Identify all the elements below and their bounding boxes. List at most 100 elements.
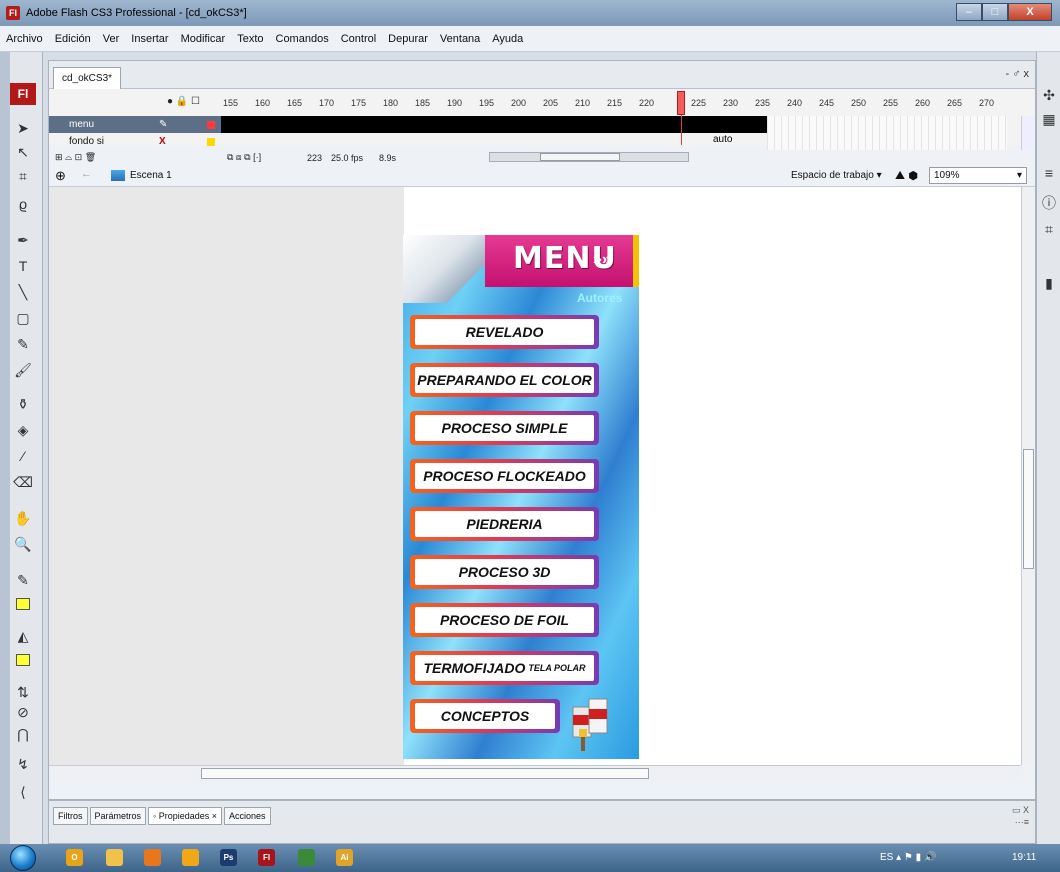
maximize-button[interactable]: □ [982, 3, 1008, 21]
menu-edicion[interactable]: Edición [49, 33, 97, 45]
ink-bottle-tool-icon[interactable]: ⚱ [12, 394, 34, 414]
tab-acciones[interactable]: Acciones [224, 807, 271, 825]
document-tab[interactable]: cd_okCS3* [53, 67, 122, 89]
tab-parametros[interactable]: Parámetros [89, 807, 147, 825]
flash-icon[interactable]: Fl [258, 849, 275, 866]
menu-comandos[interactable]: Comandos [270, 33, 335, 45]
layer-buttons-icon[interactable]: ⊞ ⌓ ⊡ 🗑 [55, 152, 96, 163]
align-icon[interactable]: ≡ [1040, 164, 1058, 182]
menu-button-preparando-color[interactable]: PREPARANDO EL COLOR [410, 363, 599, 397]
menu-texto[interactable]: Texto [231, 33, 269, 45]
subselection-tool-icon[interactable]: ↖ [12, 142, 34, 162]
free-transform-tool-icon[interactable]: ⌗ [12, 166, 34, 186]
menu-button-conceptos[interactable]: CONCEPTOS [410, 699, 560, 733]
fill-color-swatch[interactable] [12, 650, 34, 670]
scroll-thumb[interactable] [540, 153, 620, 161]
edit-symbols-icon[interactable]: ⛰ ⬢ [895, 168, 918, 183]
stage-pasteboard[interactable]: MENU »» Autores REVELADO PREPARANDO EL C… [49, 187, 1021, 765]
eyedropper-tool-icon[interactable]: ⁄ [12, 446, 34, 466]
zoom-tool-icon[interactable]: 🔍 [12, 534, 34, 554]
menu-button-proceso-simple[interactable]: PROCESO SIMPLE [410, 411, 599, 445]
menu-depurar[interactable]: Depurar [382, 33, 434, 45]
menu-ayuda[interactable]: Ayuda [486, 33, 529, 45]
outlook-icon[interactable]: O [66, 849, 83, 866]
timeline-layer-toggles[interactable]: ● 🔒 ☐ [167, 96, 200, 107]
brush-tool-icon[interactable]: 🖌 [12, 360, 34, 380]
menu-button-proceso-flockeado[interactable]: PROCESO FLOCKEADO [410, 459, 599, 493]
menu-button-proceso-3d[interactable]: PROCESO 3D [410, 555, 599, 589]
info-icon[interactable]: ⓘ [1040, 194, 1058, 212]
selection-tool-icon[interactable]: ➤ [12, 118, 34, 138]
transform-icon[interactable]: ⌗ [1040, 220, 1058, 238]
menu-button-revelado[interactable]: REVELADO [410, 315, 599, 349]
scene-breadcrumb[interactable]: Escena 1 [111, 170, 172, 181]
playhead-line [681, 115, 682, 145]
no-color-icon[interactable]: ⊘ [12, 702, 34, 722]
swap-colors-icon[interactable]: ⇅ [12, 682, 34, 702]
workspace-menu[interactable]: Espacio de trabajo ▾ [791, 170, 882, 181]
menu-ver[interactable]: Ver [97, 33, 126, 45]
menu-button-proceso-foil[interactable]: PROCESO DE FOIL [410, 603, 599, 637]
smooth-icon[interactable]: ↯ [12, 754, 34, 774]
system-tray[interactable]: ES ▴ ⚑ ▮ 🔊 [880, 852, 936, 863]
menu-archivo[interactable]: Archivo [0, 33, 49, 45]
tab-filtros[interactable]: Filtros [53, 807, 88, 825]
menu-button-termofijado[interactable]: TERMOFIJADO TELA POLAR [410, 651, 599, 685]
zoom-select[interactable]: 109% ▾ [929, 167, 1027, 184]
stage-vertical-scrollbar[interactable] [1021, 187, 1035, 765]
photoshop-icon[interactable]: Ps [220, 849, 237, 866]
scroll-thumb[interactable] [201, 768, 649, 779]
eraser-tool-icon[interactable]: ⌫ [12, 472, 34, 492]
menu-modificar[interactable]: Modificar [175, 33, 232, 45]
paint-bucket-tool-icon[interactable]: ◈ [12, 420, 34, 440]
dreamweaver-icon[interactable] [298, 849, 315, 866]
rectangle-tool-icon[interactable]: ▢ [12, 308, 34, 328]
illustrator-icon[interactable]: Ai [336, 849, 353, 866]
start-button[interactable] [10, 845, 36, 871]
library-icon[interactable]: ✣ [1040, 86, 1058, 104]
firefox-icon[interactable] [144, 849, 161, 866]
frame-number: 240 [787, 98, 803, 108]
empty-frames-grid[interactable] [767, 116, 1007, 150]
minimize-button[interactable]: – [956, 3, 982, 21]
line-tool-icon[interactable]: ╲ [12, 282, 34, 302]
media-icon[interactable] [182, 849, 199, 866]
timeline-ruler[interactable]: 155 160 165 170 175 180 185 190 195 200 … [221, 89, 1009, 115]
back-arrow-icon[interactable]: ← [81, 168, 92, 180]
authors-link[interactable]: Autores [577, 291, 622, 305]
menu-graphic[interactable]: MENU »» Autores REVELADO PREPARANDO EL C… [403, 235, 639, 759]
timeline-vertical-scrollbar[interactable] [1021, 116, 1035, 150]
explorer-icon[interactable] [106, 849, 123, 866]
menu-insertar[interactable]: Insertar [125, 33, 174, 45]
layer-row-menu[interactable]: menu ✎ [49, 116, 221, 133]
playhead[interactable] [677, 91, 685, 115]
hand-tool-icon[interactable]: ✋ [12, 508, 34, 528]
pen-tool-icon[interactable]: ✒ [12, 230, 34, 250]
menu-control[interactable]: Control [335, 33, 382, 45]
document-window-controls[interactable]: - ♂ x [1005, 68, 1029, 80]
pencil-tool-icon[interactable]: ✎ [12, 334, 34, 354]
timeline-horizontal-scrollbar[interactable] [489, 152, 689, 162]
snap-magnet-icon[interactable]: ⋂ [12, 724, 34, 744]
menu-button-piedreria[interactable]: PIEDRERIA [410, 507, 599, 541]
layer-frames-menu[interactable] [221, 116, 767, 133]
onion-skin-icon[interactable]: ⧉ ⧈ ⧉ [·] [227, 152, 261, 163]
fill-color-icon[interactable]: ◭ [12, 626, 34, 646]
scroll-thumb[interactable] [1023, 449, 1034, 569]
lasso-tool-icon[interactable]: ϱ [12, 194, 34, 214]
timeline-toggle-icon[interactable]: ⊕ [55, 168, 66, 184]
stroke-color-swatch[interactable] [12, 594, 34, 614]
stroke-color-icon[interactable]: ✎ [12, 570, 34, 590]
tab-propiedades[interactable]: ◦ Propiedades × [148, 807, 223, 825]
menu-ventana[interactable]: Ventana [434, 33, 486, 45]
straighten-icon[interactable]: ⟨ [12, 782, 34, 802]
panel-options-icon[interactable]: ▭ X ⋯≡ [1012, 804, 1029, 828]
stage-horizontal-scrollbar[interactable] [49, 765, 1021, 781]
color-mixer-icon[interactable]: ▮ [1040, 274, 1058, 292]
text-tool-icon[interactable]: T [12, 256, 34, 276]
page-curl-graphic [403, 235, 493, 303]
layer-row-fondo[interactable]: fondo si X [49, 133, 221, 150]
frame-number: 230 [723, 98, 739, 108]
components-icon[interactable]: ▦ [1040, 110, 1058, 128]
close-button[interactable]: X [1008, 3, 1052, 21]
